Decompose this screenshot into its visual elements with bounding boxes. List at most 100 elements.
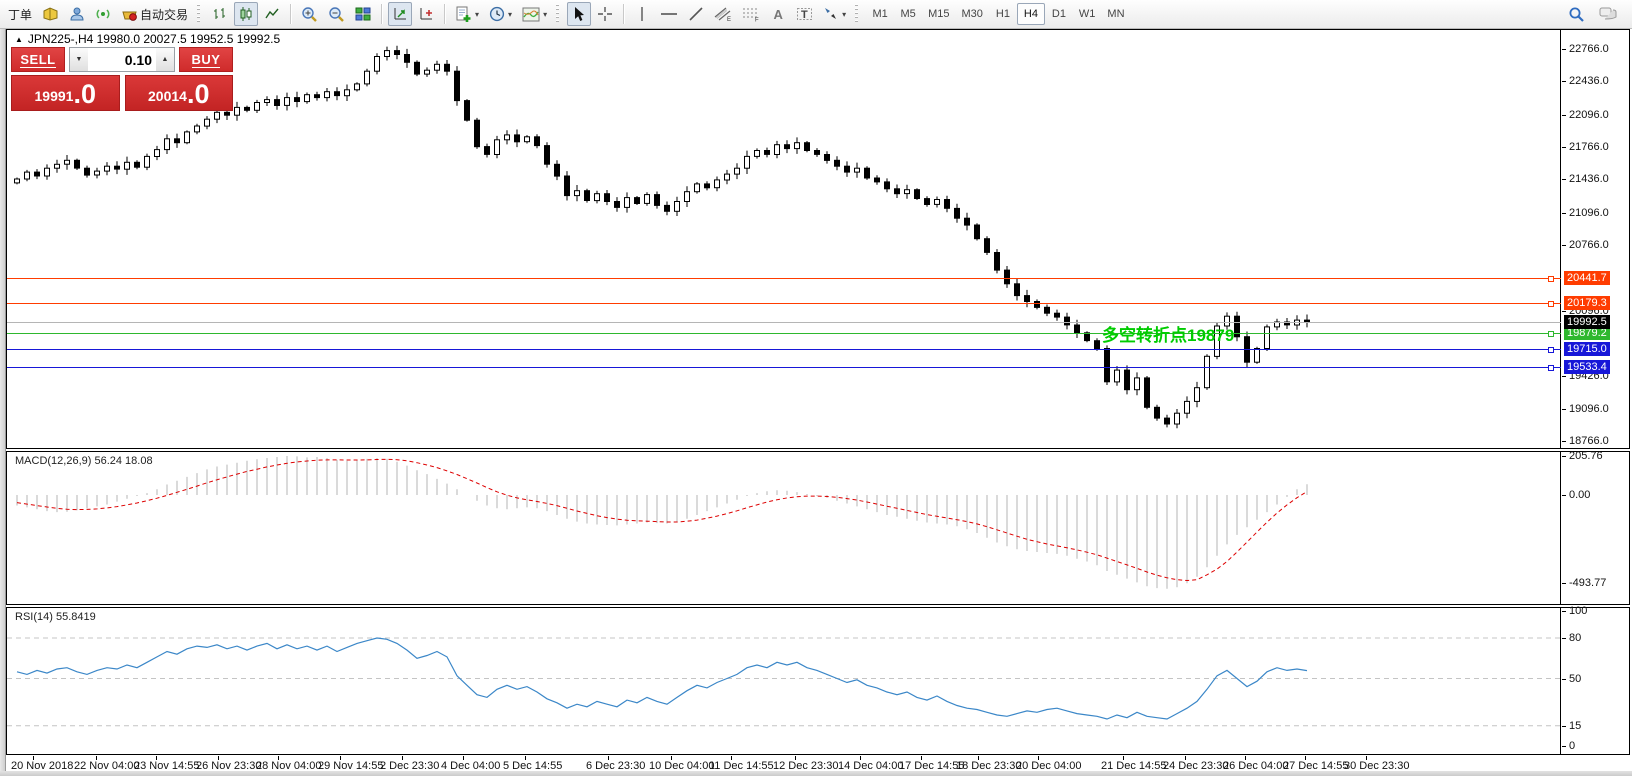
price-tick: 20766.0 [1562,239,1609,251]
candle [1154,406,1160,419]
candle [344,89,350,97]
candle [824,154,830,161]
volume-decrease-button[interactable]: ▼ [70,48,88,71]
bar-chart-icon [214,8,226,19]
buy-price-quote[interactable]: 20014.0 [124,75,233,111]
macd-tick: 0.00 [1562,489,1590,501]
template-button[interactable]: ▾ [518,2,551,26]
candle [1024,295,1030,303]
line-handle[interactable] [1548,365,1554,371]
rsi-tick: 15 [1562,720,1581,732]
crosshair-tool-button[interactable] [593,2,617,26]
bar-chart-button[interactable] [208,2,232,26]
candle [264,99,270,103]
fibonacci-tool-button[interactable]: F [738,2,764,26]
sell-button[interactable]: SELL [11,47,65,72]
price-line-badge: 20441.7 [1564,271,1610,285]
line-handle[interactable] [1548,347,1554,353]
candle [1004,269,1010,285]
line-handle[interactable] [1548,276,1554,282]
timeframe-m5-button[interactable]: M5 [894,3,922,25]
price-line-badge: 20179.3 [1564,296,1610,310]
collapse-triangle-icon[interactable]: ▲ [15,35,23,44]
signals-button[interactable] [91,2,115,26]
price-line-badge: 19992.5 [1564,315,1610,329]
trendline-tool-button[interactable] [684,2,708,26]
timeframe-mn-button[interactable]: MN [1101,3,1130,25]
search-button[interactable] [1564,2,1589,26]
horizontal-line-tool-button[interactable] [656,2,682,26]
horizontal-level-line[interactable] [7,301,1561,307]
buy-button[interactable]: BUY [179,47,233,72]
new-chart-button[interactable]: ▾ [451,2,483,26]
indicator-window-button[interactable] [388,2,413,26]
timeframe-m15-button[interactable]: M15 [922,3,955,25]
sell-price-quote[interactable]: 19991.0 [11,75,120,111]
new-order-button[interactable]: 丁单 [4,2,36,26]
horizontal-level-line[interactable] [7,276,1561,282]
buy-price-frac: .0 [186,79,210,109]
candle [904,189,910,195]
price-tick: 19096.0 [1562,403,1609,415]
timeframe-h4-button[interactable]: H4 [1016,3,1045,25]
candle [1134,377,1140,391]
arrows-tool-button[interactable]: ▾ [819,2,850,26]
candlestick-chart-button[interactable] [234,2,259,26]
autotrading-label: 自动交易 [140,7,189,22]
chat-button[interactable] [1595,2,1622,26]
horizontal-level-line[interactable] [7,365,1561,371]
candle [224,111,230,116]
price-plot-area[interactable]: 多空转折点19879 [7,30,1561,448]
cursor-tool-button[interactable] [567,2,592,26]
toolbar-grip [855,4,862,24]
timeframe-m30-button[interactable]: M30 [956,3,989,25]
toolbar-separator [444,4,446,24]
macd-pane: 205.76 0.00 -493.77 MACD(12,26,9) 56.24 18… [6,450,1630,605]
line-handle[interactable] [1548,301,1554,307]
vertical-line-tool-button[interactable] [630,2,654,26]
rsi-plot-area[interactable] [7,608,1561,754]
price-axis[interactable]: 22766.0 22436.0 22096.0 21766.0 21436.0 21096… [1562,30,1630,448]
fibonacci-icon: F [743,8,759,22]
volume-input[interactable] [88,48,156,71]
zoom-in-button[interactable] [297,2,322,26]
timeframe-h1-button[interactable]: H1 [989,3,1017,25]
macd-plot-area[interactable] [7,452,1561,604]
candle [1264,326,1270,349]
line-chart-button[interactable] [260,2,284,26]
period-button[interactable]: ▾ [485,2,516,26]
candle [1124,369,1130,391]
volume-increase-button[interactable]: ▲ [156,48,174,71]
text-label-tool-button[interactable]: T [792,2,817,26]
macd-axis[interactable]: 205.76 0.00 -493.77 [1562,450,1630,604]
channel-tool-button[interactable]: E [710,2,736,26]
candle [634,197,640,205]
history-book-icon[interactable] [38,2,63,26]
user-icon [70,7,84,21]
text-tool-button[interactable]: A [766,2,790,26]
candle [1254,348,1260,363]
zoom-out-button[interactable] [324,2,349,26]
timeframe-m1-button[interactable]: M1 [866,3,894,25]
tile-windows-button[interactable] [351,2,375,26]
candle [614,201,620,208]
timeframe-w1-button[interactable]: W1 [1073,3,1102,25]
chart-window: 多空转折点19879 22766.0 22436.0 22096.0 21766.0 2… [6,29,1632,775]
candle [1184,400,1190,414]
community-button[interactable] [65,2,89,26]
autotrading-button[interactable]: 自动交易 [117,2,192,26]
indicator-list-button[interactable] [414,2,438,26]
rsi-axis[interactable]: 100 80 50 15 0 [1562,605,1630,754]
chart-text-annotation[interactable]: 多空转折点19879 [1102,321,1234,346]
vertical-line-icon [641,7,643,21]
candle [444,63,450,72]
horizontal-level-line[interactable] [7,347,1561,353]
candle [574,190,580,197]
line-handle[interactable] [1548,331,1554,337]
rsi-label: RSI(14) 55.8419 [15,611,96,623]
rsi-tick: 80 [1562,632,1581,644]
candle [214,111,220,120]
timeframe-d1-button[interactable]: D1 [1045,3,1073,25]
horizontal-level-line[interactable] [7,331,1561,337]
current-price-line[interactable] [7,322,1561,323]
